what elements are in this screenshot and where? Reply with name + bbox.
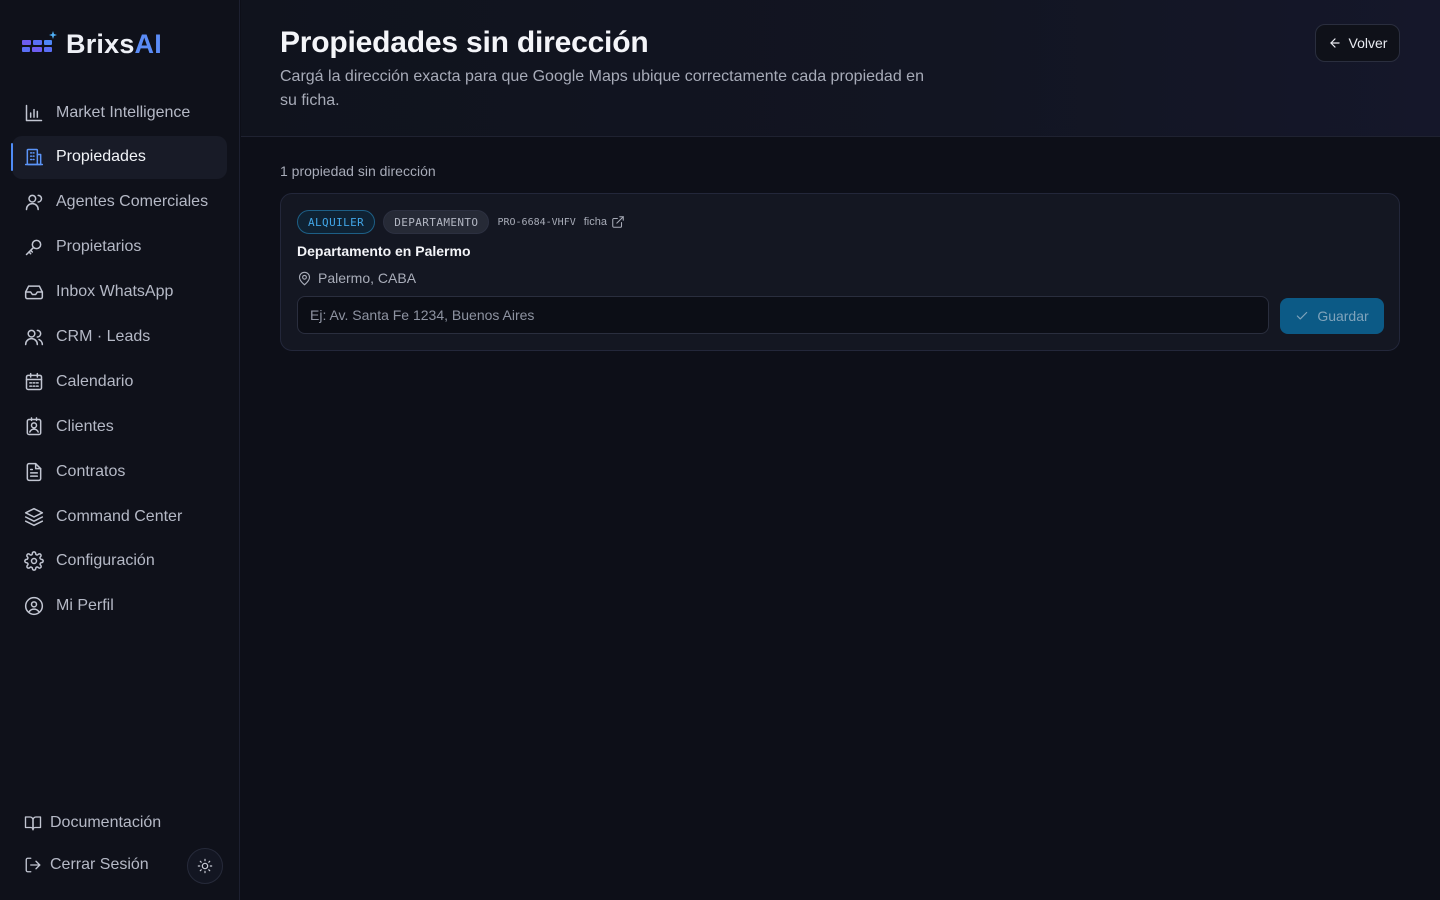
documentacion-link[interactable]: Documentación [24, 814, 161, 832]
user-circle-icon [24, 596, 44, 616]
sidebar-item-label: Inbox WhatsApp [56, 283, 174, 301]
sidebar-item-label: Clientes [56, 417, 114, 435]
logout-label: Cerrar Sesión [50, 856, 149, 873]
arrow-left-icon [1329, 38, 1340, 48]
property-card: ALQUILER DEPARTAMENTO PRO-6684-VHFV fich… [280, 193, 1400, 351]
sidebar-item-command-center[interactable]: Command Center [12, 495, 227, 538]
sidebar-item-label: Calendario [56, 372, 134, 390]
sidebar-item-market-intelligence[interactable]: Market Intelligence [12, 91, 227, 134]
brand-name: BrixsAI [66, 28, 162, 59]
ficha-label: ficha [583, 216, 607, 228]
layers-icon [24, 507, 44, 527]
check-icon [1297, 311, 1308, 320]
address-input[interactable] [297, 296, 1269, 334]
sidebar: BrixsAI Market Intelligence Propiedades … [0, 0, 240, 900]
back-button[interactable]: Volver [1315, 24, 1400, 62]
sidebar-item-label: Agentes Comerciales [56, 193, 209, 211]
file-text-icon [24, 462, 44, 482]
page-subtitle: Cargá la dirección exacta para que Googl… [280, 68, 924, 109]
book-open-icon [24, 816, 42, 831]
sidebar-nav: Market Intelligence Propiedades Agentes … [11, 91, 227, 630]
logout-icon [25, 857, 41, 873]
contact-icon [24, 416, 44, 437]
sidebar-item-mi-perfil[interactable]: Mi Perfil [12, 585, 227, 628]
sidebar-item-propietarios[interactable]: Propietarios [12, 226, 227, 269]
sidebar-item-crm-leads[interactable]: CRM · Leads [12, 315, 227, 358]
key-icon [24, 237, 44, 257]
user-icon [24, 192, 44, 212]
operation-badge: ALQUILER [297, 210, 376, 234]
main-content: Propiedades sin dirección Cargá la direc… [241, 0, 1440, 900]
sidebar-item-label: Market Intelligence [56, 103, 191, 121]
sidebar-item-label: Configuración [56, 552, 155, 570]
save-button[interactable]: Guardar [1280, 298, 1384, 334]
users-icon [24, 327, 44, 347]
map-pin-icon [298, 271, 311, 285]
brixs-logo-icon [22, 31, 57, 52]
sidebar-item-propiedades[interactable]: Propiedades [11, 135, 227, 179]
bar-chart-icon [24, 103, 44, 123]
sidebar-item-label: Mi Perfil [56, 597, 114, 615]
sidebar-item-agentes-comerciales[interactable]: Agentes Comerciales [12, 181, 227, 224]
documentacion-label: Documentación [50, 814, 162, 831]
logout-button[interactable]: Cerrar Sesión [24, 856, 149, 874]
sidebar-item-configuracion[interactable]: Configuración [12, 540, 227, 583]
sidebar-item-label: CRM · Leads [56, 327, 151, 345]
inbox-icon [24, 282, 44, 302]
property-tags: ALQUILER DEPARTAMENTO PRO-6684-VHFV fich… [297, 210, 625, 234]
page-title: Propiedades sin dirección [280, 26, 649, 59]
sidebar-item-label: Command Center [56, 507, 183, 525]
property-title: Departamento en Palermo [297, 243, 471, 259]
sidebar-item-calendario[interactable]: Calendario [12, 360, 227, 403]
gear-icon [24, 551, 44, 572]
sidebar-item-label: Propietarios [56, 238, 142, 256]
property-type-badge: DEPARTAMENTO [383, 210, 490, 234]
property-location: Palermo, CABA [297, 270, 416, 286]
calendar-icon [24, 372, 44, 392]
back-label: Volver [1348, 35, 1388, 51]
external-link-icon [612, 216, 624, 228]
brand-logo[interactable]: BrixsAI [22, 28, 162, 60]
sidebar-item-label: Contratos [56, 462, 126, 480]
sidebar-item-label: Propiedades [56, 148, 146, 166]
property-count: 1 propiedad sin dirección [280, 163, 436, 179]
sun-icon [197, 858, 213, 874]
theme-toggle-button[interactable] [187, 848, 223, 884]
sidebar-item-inbox-whatsapp[interactable]: Inbox WhatsApp [12, 271, 227, 314]
sidebar-item-clientes[interactable]: Clientes [12, 405, 227, 448]
sidebar-item-contratos[interactable]: Contratos [12, 450, 227, 493]
ficha-link[interactable]: ficha [584, 215, 625, 229]
property-code: PRO-6684-VHFV [497, 216, 576, 228]
page-header: Propiedades sin dirección Cargá la direc… [241, 0, 1440, 137]
save-label: Guardar [1317, 308, 1369, 324]
location-text: Palermo, CABA [318, 270, 417, 286]
building-icon [24, 147, 44, 167]
